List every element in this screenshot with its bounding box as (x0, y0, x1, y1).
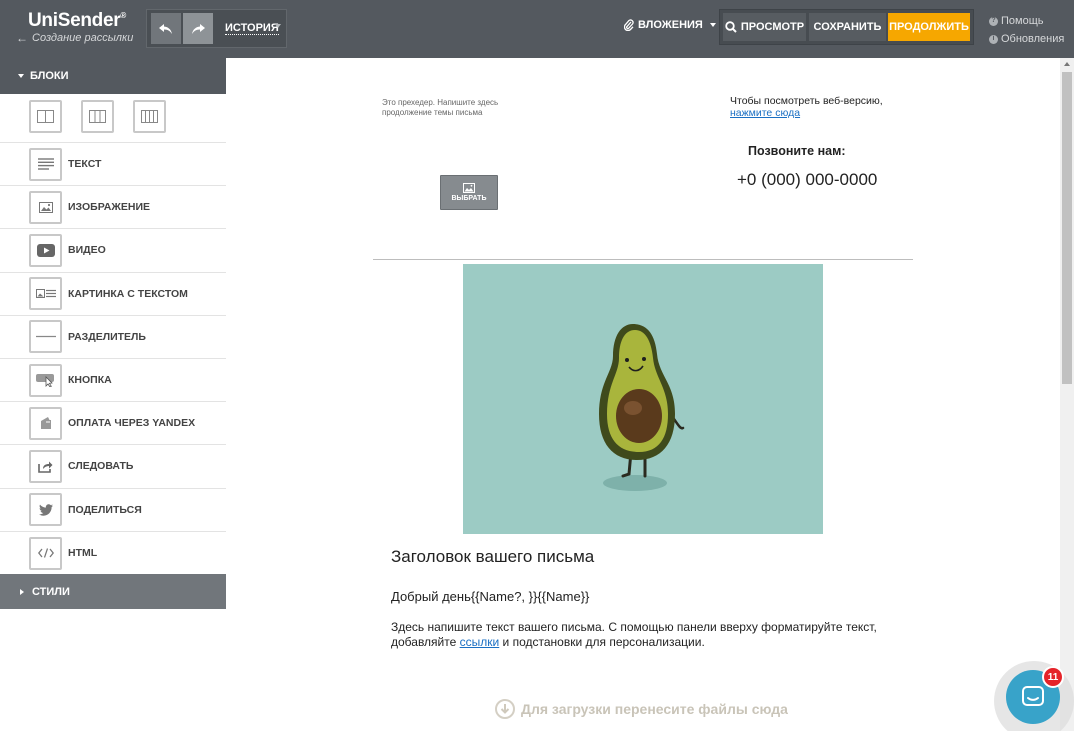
chat-icon (1022, 686, 1044, 706)
top-bar: UniSender® ← Создание рассылки ИСТОРИЯ В… (0, 0, 1074, 58)
video-icon (29, 233, 62, 267)
search-icon (725, 21, 737, 33)
info-icon: i (989, 34, 998, 44)
hero-image[interactable] (463, 264, 823, 534)
undo-button[interactable] (151, 13, 181, 44)
help-link[interactable]: ? Помощь (989, 12, 1064, 30)
code-icon (29, 536, 62, 570)
block-item-divider[interactable]: РАЗДЕЛИТЕЛЬ (0, 316, 226, 359)
two-columns-icon[interactable] (29, 100, 62, 133)
email-divider (373, 259, 913, 260)
block-item-yandex-payment[interactable]: ОПЛАТА ЧЕРЕЗ YANDEX (0, 402, 226, 446)
image-icon (463, 183, 475, 193)
back-arrow-icon[interactable]: ← (16, 31, 28, 45)
scroll-thumb[interactable] (1062, 72, 1072, 384)
preview-button[interactable]: ПРОСМОТР (723, 13, 806, 41)
attachments-button[interactable]: ВЛОЖЕНИЯ (624, 19, 716, 31)
email-canvas[interactable]: Это прехедер. Напишите здесь продолжение… (226, 58, 1060, 731)
file-dropzone[interactable]: Для загрузки перенесите файлы сюда (495, 699, 788, 719)
phone-number[interactable]: +0 (000) 000-0000 (737, 170, 877, 190)
call-us-label[interactable]: Позвоните нам: (748, 144, 846, 158)
image-icon (29, 190, 62, 224)
history-group: ИСТОРИЯ (146, 9, 287, 48)
logo-name: UniSender (28, 10, 121, 31)
question-icon: ? (989, 16, 998, 26)
logo-reg: ® (120, 11, 126, 20)
choose-image-button[interactable]: ВЫБРАТЬ (440, 175, 498, 210)
help-links: ? Помощь i Обновления (989, 12, 1064, 48)
history-dropdown[interactable]: ИСТОРИЯ (225, 22, 279, 35)
block-item-text[interactable]: ТЕКСТ (0, 143, 226, 187)
divider-icon (29, 320, 62, 354)
image-text-icon (29, 277, 62, 311)
canvas-scrollbar[interactable] (1060, 58, 1074, 731)
wallet-icon (29, 406, 62, 440)
preheader-text[interactable]: Это прехедер. Напишите здесь продолжение… (382, 98, 542, 118)
download-icon (495, 699, 515, 719)
continue-button[interactable]: ПРОДОЛЖИТЬ (888, 13, 970, 41)
avocado-illustration (599, 324, 685, 491)
block-item-share[interactable]: ПОДЕЛИТЬСЯ (0, 489, 226, 532)
logo-subtitle: Создание рассылки (32, 32, 134, 44)
redo-button[interactable] (183, 13, 213, 44)
chat-badge: 11 (1042, 666, 1064, 688)
redo-icon (192, 23, 205, 34)
logo[interactable]: UniSender® ← Создание рассылки (16, 10, 133, 45)
blocks-header[interactable]: БЛОКИ (0, 58, 226, 94)
web-version-link[interactable]: нажмите сюда (730, 107, 800, 119)
block-item-follow[interactable]: СЛЕДОВАТЬ (0, 445, 226, 489)
four-columns-icon[interactable] (133, 100, 166, 133)
button-icon (29, 363, 62, 397)
chevron-down-icon[interactable] (275, 24, 281, 28)
web-version-block[interactable]: Чтобы посмотреть веб-версию, нажмите сюд… (730, 95, 883, 119)
undo-icon (159, 23, 172, 34)
action-group: ПРОСМОТР СОХРАНИТЬ ПРОДОЛЖИТЬ (719, 9, 974, 45)
attachments-label: ВЛОЖЕНИЯ (638, 19, 703, 31)
email-title[interactable]: Заголовок вашего письма (391, 547, 594, 567)
save-button[interactable]: СОХРАНИТЬ (809, 13, 886, 41)
updates-link[interactable]: i Обновления (989, 30, 1064, 48)
chevron-down-icon (709, 23, 716, 27)
scroll-up-icon[interactable] (1064, 62, 1070, 66)
styles-header[interactable]: СТИЛИ (0, 574, 226, 609)
columns-row (0, 94, 226, 142)
paperclip-icon (624, 19, 634, 31)
email-body[interactable]: Здесь напишите текст вашего письма. С по… (391, 620, 911, 650)
caret-down-icon (18, 74, 24, 78)
block-item-video[interactable]: ВИДЕО (0, 229, 226, 273)
block-item-html[interactable]: HTML (0, 532, 226, 575)
email-greeting[interactable]: Добрый день{{Name?, }}{{Name}} (391, 589, 589, 604)
share-out-icon (29, 449, 62, 483)
text-icon (29, 147, 62, 181)
block-item-image[interactable]: ИЗОБРАЖЕНИЕ (0, 186, 226, 230)
body-link[interactable]: ссылки (460, 635, 500, 649)
three-columns-icon[interactable] (81, 100, 114, 133)
block-item-image-text[interactable]: КАРТИНКА С ТЕКСТОМ (0, 273, 226, 316)
caret-right-icon (20, 588, 24, 595)
blocks-list: ТЕКСТ ИЗОБРАЖЕНИЕ ВИДЕО КАРТИНКА С ТЕКСТ… (0, 142, 226, 575)
twitter-icon (29, 493, 62, 527)
sidebar: БЛОКИ ТЕКСТ ИЗОБРАЖЕНИЕ ВИДЕО КАРТИНКА С… (0, 58, 226, 731)
preview-label: ПРОСМОТР (740, 21, 805, 33)
block-item-button[interactable]: КНОПКА (0, 359, 226, 403)
